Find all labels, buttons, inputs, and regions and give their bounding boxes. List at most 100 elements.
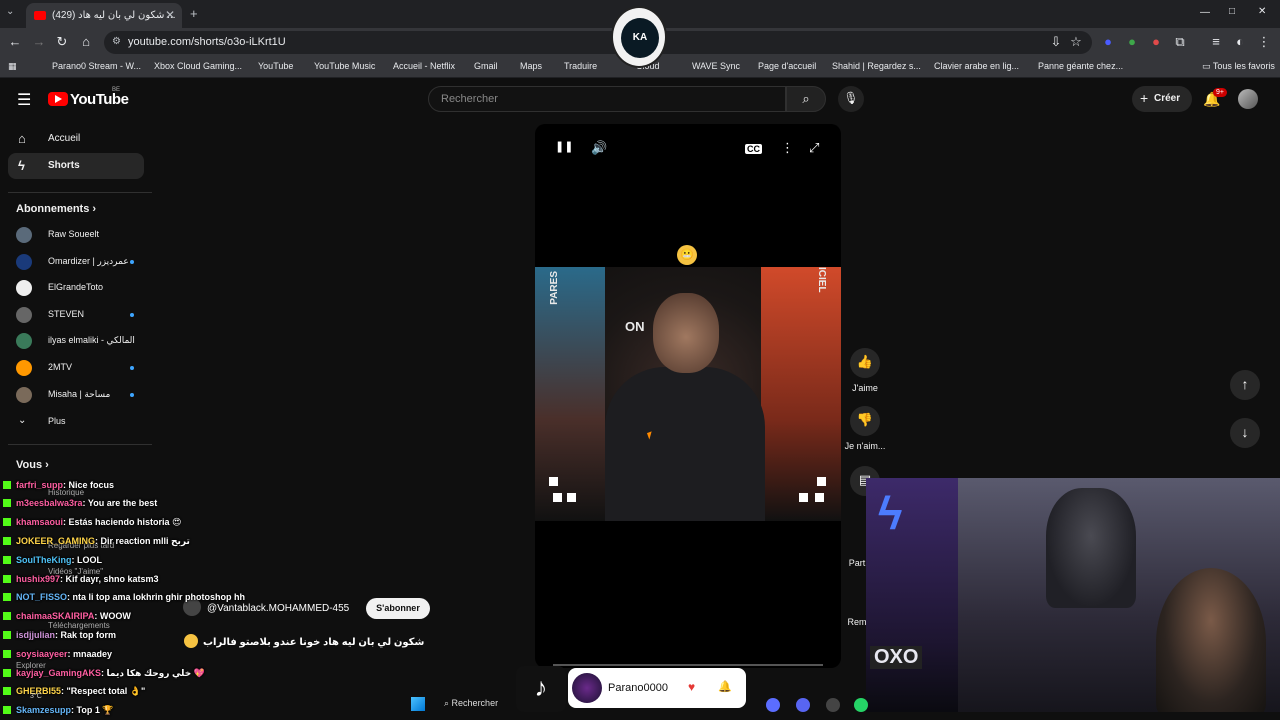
site-info-icon[interactable]: ⚙ [112, 36, 121, 47]
browser-menu-icon[interactable]: ⋮ [1256, 34, 1272, 50]
you-heading[interactable]: Vous › [16, 459, 49, 471]
sidebar-item-home[interactable]: ⌂ Accueil [8, 126, 144, 152]
chat-message: kayjay_GamingAKS: خلي روحك هكا ديما 💖 [3, 668, 205, 679]
next-short-button[interactable]: ↓ [1230, 418, 1260, 448]
bookmark-gmail[interactable]: Gmail [462, 61, 498, 71]
bookmark-maps[interactable]: Maps [508, 61, 542, 71]
channel-handle: @Vantablack.MOHAMMED-455 [207, 603, 350, 614]
maximize-button[interactable]: □ [1229, 6, 1235, 17]
install-app-icon[interactable]: ⇩ [1048, 34, 1064, 50]
volume-button[interactable]: 🔊 [591, 140, 607, 156]
bookmark-netflix[interactable]: Accueil - Netflix [381, 61, 455, 71]
previous-short-button[interactable]: ↑ [1230, 370, 1260, 400]
settings-icon[interactable] [826, 698, 840, 712]
reload-icon[interactable]: ↻ [54, 34, 70, 50]
youtube-logo-text[interactable]: YouTube [70, 91, 129, 108]
close-window-button[interactable]: ✕ [1258, 6, 1266, 17]
extension-c-icon[interactable]: ● [1100, 34, 1116, 49]
search-input[interactable]: Rechercher [428, 86, 786, 112]
subscription-item[interactable]: Misaha | مساحة [16, 384, 146, 406]
arrow-down-icon: ↓ [1241, 424, 1249, 440]
channel-avatar [16, 333, 32, 349]
bookmark-youtube[interactable]: YouTube [246, 61, 293, 71]
bookmark-translate[interactable]: Traduire [552, 61, 597, 71]
search-button[interactable]: ⌕ [786, 86, 826, 112]
bookmark-label: YouTube [258, 61, 294, 71]
tab-list-icon[interactable]: ⌄ [6, 6, 14, 17]
bookmark-shahid[interactable]: Shahid | Regardez s... [820, 61, 921, 71]
discord-icon[interactable] [796, 698, 810, 712]
shahid-icon [820, 61, 829, 70]
subscription-item[interactable]: ElGrandeToto [16, 277, 146, 299]
tiktok-follow-overlay: ♪ Parano0000 ♥ 🔔 [516, 666, 746, 712]
forward-icon[interactable]: → [31, 34, 47, 49]
bookmark-star-icon[interactable]: ☆ [1068, 34, 1084, 50]
extensions-icon[interactable]: ⧉ [1172, 34, 1188, 50]
more-options-button[interactable]: ⋮ [781, 140, 794, 156]
all-bookmarks[interactable]: ▭ Tous les favoris [1202, 61, 1275, 72]
oxo-logo: OXO [870, 646, 923, 669]
create-button[interactable]: + Créer [1132, 86, 1192, 112]
apps-grid-icon[interactable]: ▦ [8, 61, 17, 72]
extension-red-icon[interactable]: ● [1148, 34, 1164, 49]
kick-badge-icon [3, 499, 11, 507]
shorts-player[interactable]: ❚❚ 🔊 CC ⋮ ⤢ 😬 PARES ICIEL ON [535, 124, 841, 668]
bookmark-home-page[interactable]: Page d'accueil [746, 61, 816, 71]
bookmark-wave[interactable]: WAVE Sync [680, 61, 740, 71]
dislike-button[interactable]: 👎 [850, 406, 880, 436]
fullscreen-button[interactable]: ⤢ [809, 140, 819, 156]
bookmark-youtube-music[interactable]: YouTube Music [302, 61, 375, 71]
chat-text: : Dir reaction mlli تربح [95, 536, 190, 546]
extension-green-icon[interactable]: ● [1124, 34, 1140, 49]
windows-start-icon[interactable] [411, 697, 425, 711]
account-avatar[interactable] [1238, 89, 1258, 109]
bookmark-clavier[interactable]: Clavier arabe en lig... [922, 61, 1019, 71]
reading-list-icon[interactable]: ≡ [1208, 34, 1224, 49]
subscription-item[interactable]: 2MTV [16, 357, 146, 379]
tab-close-icon[interactable]: ✕ [165, 8, 175, 22]
bookmark-panne[interactable]: Panne géante chez... [1026, 61, 1123, 71]
chat-message: SoulTheKing: LOOL [3, 555, 102, 565]
captions-button[interactable]: CC [745, 144, 762, 154]
subscription-item[interactable]: Omardizer | عمرديزر [16, 251, 146, 273]
hamburger-menu-icon[interactable]: ☰ [17, 90, 31, 110]
address-bar[interactable]: ⚙ youtube.com/shorts/o3o-iLKrt1U [104, 31, 1092, 54]
netflix-icon [381, 61, 390, 70]
sidebar-item-downloads[interactable]: Téléchargements [48, 621, 110, 630]
bookmark-parano[interactable]: Parano0 Stream - W... [40, 61, 141, 71]
minimize-button[interactable]: — [1200, 7, 1210, 18]
taskbar-search[interactable]: ⌕ Rechercher [444, 698, 498, 709]
tiktok-avatar [572, 673, 602, 703]
kick-badge-icon [3, 575, 11, 583]
back-icon[interactable]: ← [7, 34, 23, 49]
chat-message: m3eesbalwa3ra: You are the best [3, 498, 157, 508]
you-label: Vous [16, 459, 43, 471]
chat-username: chaimaaSKAIRIPA [16, 611, 95, 621]
subscription-item[interactable]: Raw Soueelt [16, 224, 146, 246]
pause-button[interactable]: ❚❚ [555, 140, 573, 153]
plus-icon: + [1140, 90, 1149, 106]
profile-icon[interactable]: ◐ [1232, 34, 1248, 49]
subscribe-button[interactable]: S'abonner [366, 598, 430, 619]
browser-tab-active[interactable]: (429) شكون لي بان ليه هاد ... ✕ [26, 3, 182, 28]
subscriptions-heading[interactable]: Abonnements › [16, 203, 96, 215]
subscription-item[interactable]: STEVEN [16, 304, 146, 326]
like-button[interactable]: 👍 [850, 348, 880, 378]
taskbar-app-icon[interactable] [766, 698, 780, 712]
new-content-dot [130, 313, 134, 317]
subscription-item[interactable]: ilyas elmaliki - المالكي [16, 330, 146, 352]
sidebar-more[interactable]: ⌄ Plus [16, 411, 146, 433]
caption-emoji [184, 634, 198, 648]
new-tab-button[interactable]: + [190, 6, 198, 21]
chat-username: farfri_supp [16, 480, 64, 490]
youtube-logo-icon[interactable] [48, 92, 68, 106]
bookmark-xbox[interactable]: Xbox Cloud Gaming... [142, 61, 242, 71]
corner-square-icon [549, 477, 558, 486]
sidebar-item-shorts[interactable]: ϟ Shorts [8, 153, 144, 179]
home-icon[interactable]: ⌂ [78, 34, 94, 49]
bookmark-label: Panne géante chez... [1038, 61, 1124, 71]
corner-square-icon [567, 493, 576, 502]
channel-avatar [16, 227, 32, 243]
voice-search-button[interactable]: 🎙 [838, 86, 864, 112]
whatsapp-icon[interactable] [854, 698, 868, 712]
